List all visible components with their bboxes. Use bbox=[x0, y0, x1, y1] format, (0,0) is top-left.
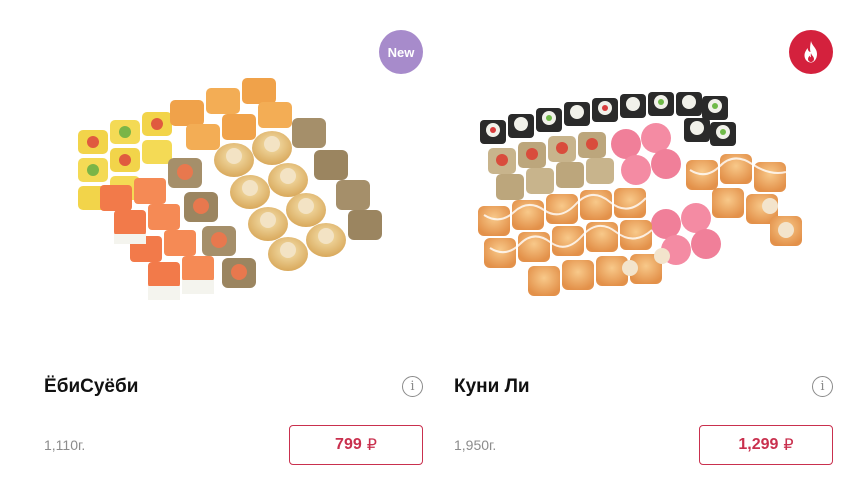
sushi-set-photo bbox=[478, 92, 802, 296]
price-value: 1,299 bbox=[738, 436, 779, 453]
product-image[interactable] bbox=[440, 20, 835, 330]
product-title[interactable]: ЁбиСуёби bbox=[44, 376, 138, 398]
product-image[interactable] bbox=[30, 20, 425, 330]
sushi-set-photo bbox=[78, 78, 382, 300]
hot-badge bbox=[789, 30, 833, 74]
info-icon[interactable]: i bbox=[812, 376, 833, 397]
price-value: 799 bbox=[335, 436, 362, 453]
product-title[interactable]: Куни Ли bbox=[454, 376, 530, 398]
product-weight: 1,950г. bbox=[454, 437, 497, 453]
product-grid: New ЁбиСуёби i 1,110г. 799 ₽ Куни Ли i 1… bbox=[0, 0, 859, 496]
badge-label: New bbox=[387, 44, 415, 60]
product-card[interactable]: Куни Ли i 1,950г. 1,299 ₽ bbox=[440, 0, 835, 496]
currency-symbol: ₽ bbox=[366, 437, 377, 454]
fire-icon bbox=[804, 41, 817, 63]
info-icon[interactable]: i bbox=[402, 376, 423, 397]
add-to-cart-button[interactable]: 1,299 ₽ bbox=[699, 425, 833, 465]
new-badge: New bbox=[379, 30, 423, 74]
currency-symbol: ₽ bbox=[783, 437, 794, 454]
add-to-cart-button[interactable]: 799 ₽ bbox=[289, 425, 423, 465]
product-card[interactable]: New ЁбиСуёби i 1,110г. 799 ₽ bbox=[30, 0, 425, 496]
product-weight: 1,110г. bbox=[44, 437, 86, 453]
roll-group-sesame bbox=[488, 132, 614, 200]
